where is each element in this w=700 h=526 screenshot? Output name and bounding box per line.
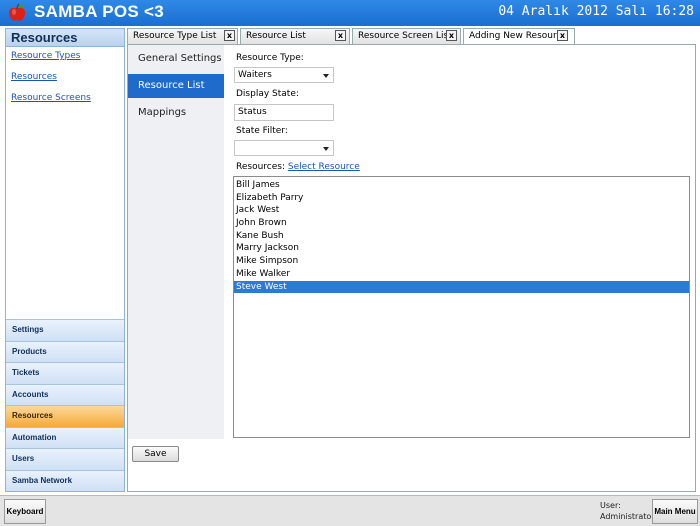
- sub-nav-label: Resource List: [138, 80, 205, 91]
- close-icon[interactable]: x: [557, 30, 568, 41]
- document-tabs: Resource Type List x Resource List x Res…: [127, 28, 700, 45]
- tab-resource-list[interactable]: Resource List: [240, 28, 350, 44]
- list-item[interactable]: Kane Bush: [234, 230, 689, 243]
- resources-label: Resources:: [236, 162, 285, 172]
- list-item[interactable]: Bill James: [234, 179, 689, 192]
- apple-icon: [8, 3, 26, 21]
- nav-buttons: Settings Products Tickets Accounts Resou…: [6, 319, 124, 491]
- link-resources[interactable]: Resources: [11, 72, 124, 82]
- nav-automation[interactable]: Automation: [6, 426, 124, 448]
- close-icon[interactable]: x: [335, 30, 346, 41]
- tab-resource-type-list[interactable]: Resource Type List: [127, 28, 238, 44]
- tab-label: Resource Type List: [133, 31, 217, 41]
- list-item[interactable]: Mike Simpson: [234, 255, 689, 268]
- nav-users[interactable]: Users: [6, 448, 124, 470]
- selection-arrow-icon: [224, 79, 231, 93]
- tab-label: Resource Screen List: [358, 31, 452, 41]
- list-item[interactable]: Mike Walker: [234, 268, 689, 281]
- nav-accounts[interactable]: Accounts: [6, 383, 124, 405]
- tab-resource-screen-list[interactable]: Resource Screen List: [352, 28, 461, 44]
- date-time: 04 Aralık 2012 Salı 16:28: [498, 4, 694, 19]
- sub-navigation: General Settings Resource List Mappings: [128, 45, 231, 439]
- resource-type-value: Waiters: [238, 70, 272, 80]
- editor-content: General Settings Resource List Mappings …: [127, 44, 696, 492]
- list-item[interactable]: Elizabeth Parry: [234, 192, 689, 205]
- close-icon[interactable]: x: [446, 30, 457, 41]
- app-title: SAMBA POS <3: [34, 2, 165, 21]
- main-menu-button[interactable]: Main Menu: [652, 499, 698, 524]
- close-icon[interactable]: x: [224, 30, 235, 41]
- title-bar: SAMBA POS <3 04 Aralık 2012 Salı 16:28: [0, 0, 700, 26]
- nav-products[interactable]: Products: [6, 340, 124, 362]
- sub-nav-resource-list[interactable]: Resource List: [128, 74, 231, 98]
- chevron-down-icon: [323, 74, 329, 78]
- left-panel-title: Resources: [6, 29, 124, 47]
- state-filter-select[interactable]: [234, 140, 334, 156]
- resources-label-row: Resources: Select Resource: [236, 162, 360, 172]
- save-button[interactable]: Save: [132, 446, 179, 462]
- bottom-bar: Keyboard User: Administrator Main Menu: [0, 495, 700, 526]
- display-state-label: Display State:: [236, 89, 299, 99]
- resources-listbox[interactable]: Bill James Elizabeth Parry Jack West Joh…: [233, 176, 690, 438]
- list-item[interactable]: Marry Jackson: [234, 242, 689, 255]
- link-resource-types[interactable]: Resource Types: [11, 51, 124, 61]
- resource-type-select[interactable]: Waiters: [234, 67, 334, 83]
- user-label: User:: [600, 501, 621, 510]
- list-item[interactable]: John Brown: [234, 217, 689, 230]
- left-panel-links: Resource Types Resources Resource Screen…: [6, 47, 124, 103]
- link-resource-screens[interactable]: Resource Screens: [11, 93, 124, 103]
- left-panel: Resources Resource Types Resources Resou…: [5, 28, 125, 492]
- list-item[interactable]: Jack West: [234, 204, 689, 217]
- nav-samba-network[interactable]: Samba Network: [6, 469, 124, 491]
- user-name: Administrator: [600, 512, 655, 521]
- state-filter-label: State Filter:: [236, 126, 288, 136]
- tab-label: Adding New Resource: [469, 31, 567, 41]
- resource-type-label: Resource Type:: [236, 53, 304, 63]
- sub-nav-general-settings[interactable]: General Settings: [128, 47, 224, 71]
- tab-label: Resource List: [246, 31, 306, 41]
- chevron-down-icon: [323, 147, 329, 151]
- nav-settings[interactable]: Settings: [6, 319, 124, 341]
- nav-tickets[interactable]: Tickets: [6, 362, 124, 384]
- nav-resources[interactable]: Resources: [6, 405, 124, 427]
- select-resource-link[interactable]: Select Resource: [288, 162, 360, 172]
- user-info: User: Administrator: [600, 500, 655, 522]
- list-item-selected[interactable]: Steve West: [234, 280, 689, 294]
- keyboard-button[interactable]: Keyboard: [4, 499, 46, 524]
- sub-nav-mappings[interactable]: Mappings: [128, 101, 224, 125]
- display-state-input[interactable]: Status: [234, 104, 334, 121]
